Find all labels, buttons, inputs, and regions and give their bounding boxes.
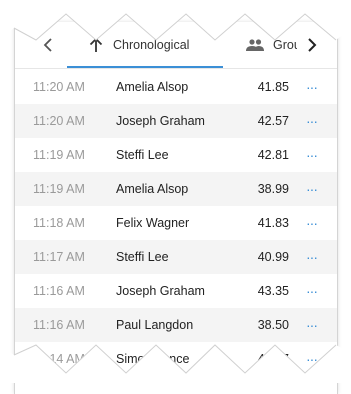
row-name: Joseph Graham [116,114,205,128]
more-horizontal-icon[interactable]: ··· [306,113,318,129]
row-time: 11:16 AM [33,318,85,332]
readings-card: Chronological Grou 11:20 AM Amelia Alsop 4… [14,22,338,394]
row-time: 11:19 AM [33,182,85,196]
row-time: 11:18 AM [33,216,85,230]
row-time: 11:16 AM [33,284,85,298]
row-name: Steffi Lee [116,250,169,264]
chevron-left-icon [43,38,52,52]
next-tab-button[interactable] [297,22,327,68]
table-row[interactable]: 11:18 AM Felix Wagner 41.83 ··· [15,206,337,240]
table-row[interactable]: 11:14 AM Simon Vance 43.97 ··· [15,342,337,376]
table-row[interactable]: 11:19 AM Steffi Lee 42.81 ··· [15,138,337,172]
row-name: Paul Langdon [116,318,194,332]
more-horizontal-icon[interactable]: ··· [306,317,318,333]
prev-tab-button[interactable] [33,22,63,68]
tab-chronological[interactable]: Chronological [89,22,189,68]
arrow-up-icon [89,37,103,53]
row-value: 43.97 [257,352,289,366]
chevron-right-icon [308,38,317,52]
row-value: 42.57 [257,114,289,128]
row-value: 38.50 [257,318,289,332]
more-horizontal-icon[interactable]: ··· [306,249,318,265]
row-name: Amelia Alsop [116,182,189,196]
more-horizontal-icon[interactable]: ··· [306,351,318,367]
row-name: Simon Vance [116,352,190,366]
row-value: 41.85 [257,80,289,94]
table-row[interactable]: 11:20 AM Joseph Graham 42.57 ··· [15,104,337,138]
more-horizontal-icon[interactable]: ··· [306,283,318,299]
table-row[interactable]: 11:17 AM Steffi Lee 40.99 ··· [15,240,337,274]
people-icon [245,39,265,51]
row-value: 43.35 [257,284,289,298]
row-name: Joseph Graham [116,284,205,298]
row-value: 41.83 [257,216,289,230]
tab-chronological-label: Chronological [113,38,190,52]
row-time: 11:14 AM [33,352,85,366]
more-horizontal-icon[interactable]: ··· [306,215,318,231]
row-name: Felix Wagner [116,216,190,230]
table-row[interactable]: 11:19 AM Amelia Alsop 38.99 ··· [15,172,337,206]
table-row[interactable]: 11:20 AM Amelia Alsop 41.85 ··· [15,70,337,104]
table-row[interactable]: 11:16 AM Paul Langdon 38.50 ··· [15,308,337,342]
row-name: Amelia Alsop [116,80,189,94]
more-horizontal-icon[interactable]: ··· [306,147,318,163]
row-value: 42.81 [257,148,289,162]
row-time: 11:19 AM [33,148,85,162]
row-value: 38.99 [257,182,289,196]
tab-bar: Chronological Grou [15,22,337,69]
table-row[interactable]: 11:16 AM Joseph Graham 43.35 ··· [15,274,337,308]
row-name: Steffi Lee [116,148,169,162]
row-value: 40.99 [257,250,289,264]
row-time: 11:17 AM [33,250,85,264]
row-time: 11:20 AM [33,114,85,128]
tab-group[interactable]: Grou [245,22,301,68]
more-horizontal-icon[interactable]: ··· [306,79,318,95]
more-horizontal-icon[interactable]: ··· [306,181,318,197]
active-tab-indicator [67,66,223,68]
row-time: 11:20 AM [33,80,85,94]
readings-list: 11:20 AM Amelia Alsop 41.85 ··· 11:20 AM Jose… [15,70,337,376]
